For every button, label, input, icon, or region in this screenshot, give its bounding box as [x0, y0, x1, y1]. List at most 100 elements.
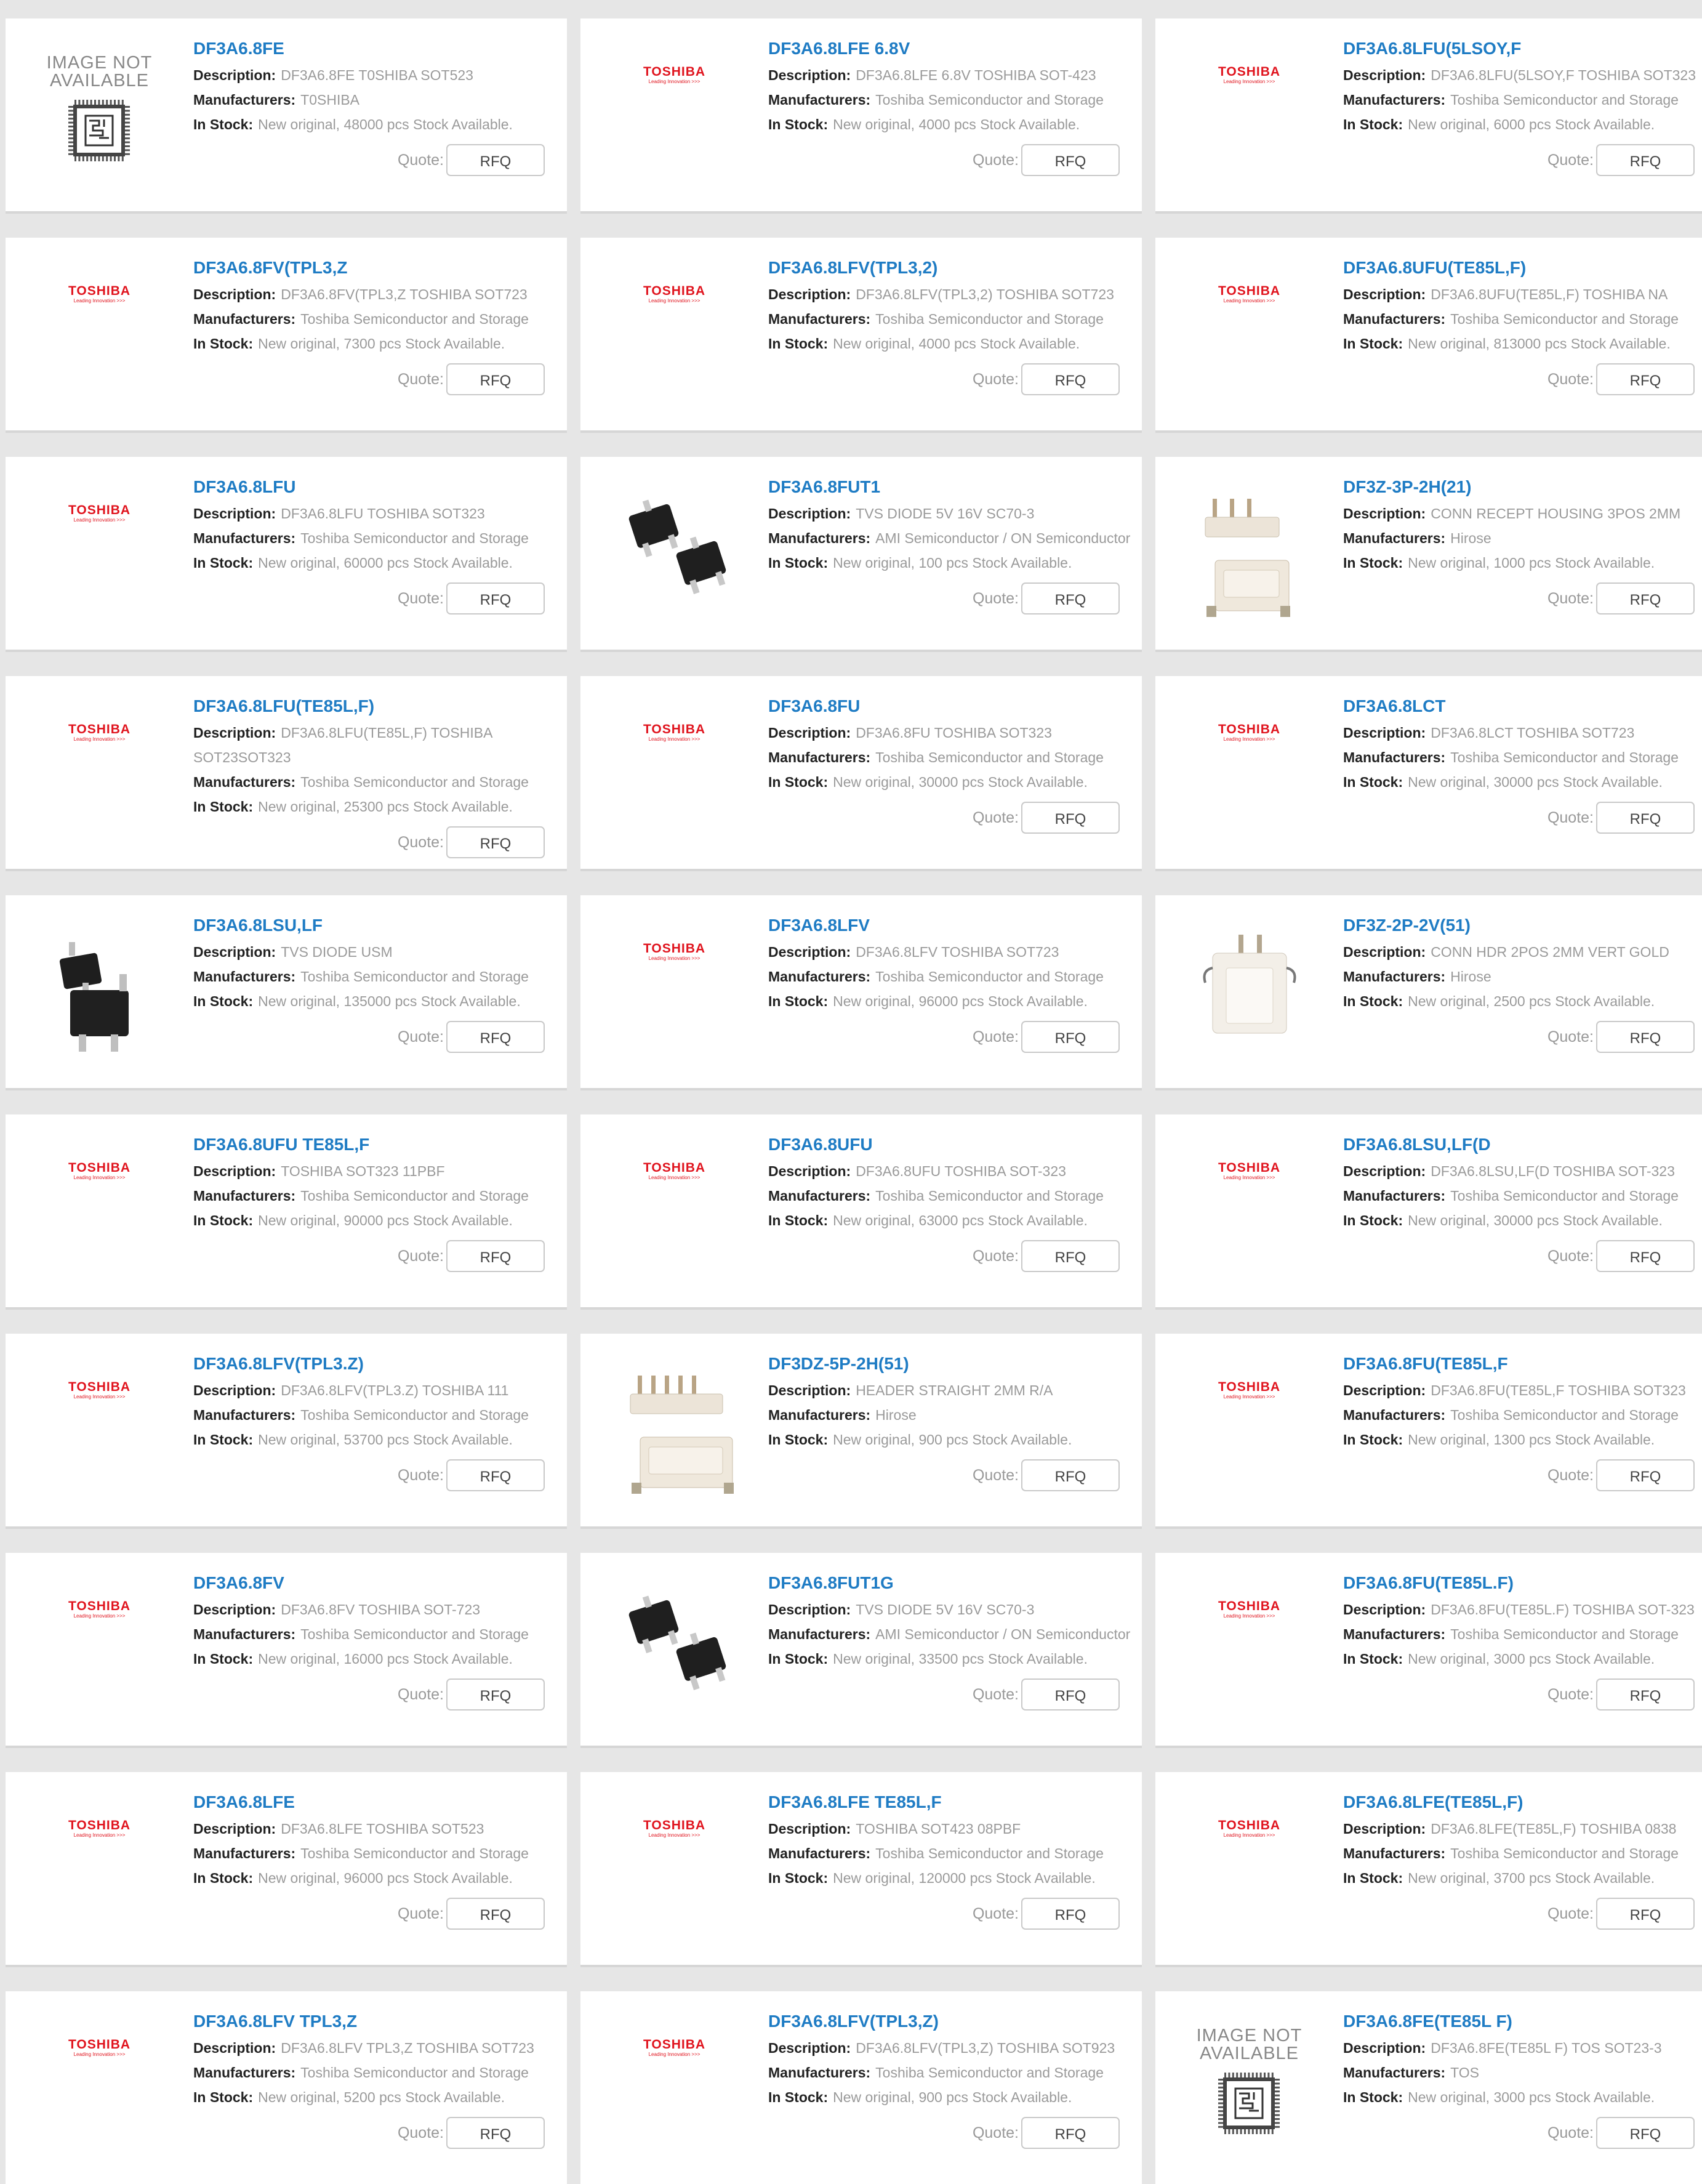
product-title-link[interactable]: DF3A6.8LFV TPL3,Z — [193, 2007, 561, 2036]
product-image[interactable]: TOSHIBA Leading Innovation >>> — [1180, 1589, 1319, 1712]
description-row: Description: HEADER STRAIGHT 2MM R/A — [768, 1378, 1136, 1403]
product-image[interactable] — [605, 1589, 744, 1712]
rfq-button[interactable]: RFQ — [446, 1021, 545, 1053]
product-image[interactable]: TOSHIBA Leading Innovation >>> — [605, 2027, 744, 2150]
rfq-button[interactable]: RFQ — [446, 1240, 545, 1272]
rfq-button[interactable]: RFQ — [1596, 1898, 1695, 1930]
product-image[interactable]: TOSHIBA Leading Innovation >>> — [1180, 1808, 1319, 1931]
product-image[interactable]: TOSHIBA Leading Innovation >>> — [1180, 1369, 1319, 1493]
product-image[interactable] — [30, 931, 169, 1054]
manufacturer-row: Manufacturers: Toshiba Semiconductor and … — [1343, 1841, 1702, 1866]
product-title-link[interactable]: DF3A6.8LFV(TPL3,Z) — [768, 2007, 1136, 2036]
product-image[interactable]: TOSHIBA Leading Innovation >>> — [1180, 54, 1319, 177]
product-image[interactable] — [1180, 493, 1319, 617]
product-title-link[interactable]: DF3A6.8LSU,LF — [193, 911, 561, 940]
product-title-link[interactable]: DF3A6.8LCT — [1343, 692, 1702, 720]
stock-value: New original, 90000 pcs Stock Available. — [258, 1212, 513, 1228]
product-title-link[interactable]: DF3A6.8LFE 6.8V — [768, 34, 1136, 63]
product-title-link[interactable]: DF3A6.8FV(TPL3,Z — [193, 254, 561, 282]
rfq-button[interactable]: RFQ — [446, 363, 545, 395]
product-image[interactable]: TOSHIBA Leading Innovation >>> — [30, 1150, 169, 1273]
product-title-link[interactable]: DF3A6.8UFU — [768, 1130, 1136, 1159]
product-title-link[interactable]: DF3Z-3P-2H(21) — [1343, 473, 1702, 501]
product-title-link[interactable]: DF3DZ-5P-2H(51) — [768, 1350, 1136, 1378]
product-title-link[interactable]: DF3A6.8FUT1G — [768, 1569, 1136, 1597]
product-image[interactable]: TOSHIBA Leading Innovation >>> — [30, 2027, 169, 2150]
rfq-button[interactable]: RFQ — [1596, 1240, 1695, 1272]
rfq-button[interactable]: RFQ — [446, 2117, 545, 2149]
rfq-button[interactable]: RFQ — [1021, 1898, 1120, 1930]
product-image[interactable]: TOSHIBA Leading Innovation >>> — [605, 712, 744, 835]
stock-value: New original, 3700 pcs Stock Available. — [1408, 1870, 1655, 1886]
rfq-button[interactable]: RFQ — [1596, 363, 1695, 395]
product-title-link[interactable]: DF3A6.8LFV(TPL3.Z) — [193, 1350, 561, 1378]
manufacturer-value: Toshiba Semiconductor and Storage — [1450, 1626, 1679, 1642]
description-row: Description: DF3A6.8UFU(TE85L,F) TOSHIBA … — [1343, 282, 1702, 307]
product-image[interactable]: TOSHIBA Leading Innovation >>> — [1180, 273, 1319, 397]
product-image[interactable]: TOSHIBA Leading Innovation >>> — [30, 273, 169, 397]
product-title-link[interactable]: DF3A6.8LFE TE85L,F — [768, 1788, 1136, 1816]
rfq-button[interactable]: RFQ — [446, 582, 545, 615]
product-image[interactable]: TOSHIBA Leading Innovation >>> — [30, 1369, 169, 1493]
product-image[interactable]: TOSHIBA Leading Innovation >>> — [30, 493, 169, 616]
product-title-link[interactable]: DF3A6.8LFE — [193, 1788, 561, 1816]
product-image[interactable]: TOSHIBA Leading Innovation >>> — [605, 273, 744, 397]
rfq-button[interactable]: RFQ — [1596, 582, 1695, 615]
product-image[interactable]: IMAGE NOT AVAILABLE — [30, 54, 169, 177]
rfq-button[interactable]: RFQ — [1596, 2117, 1695, 2149]
product-title-link[interactable]: DF3Z-2P-2V(51) — [1343, 911, 1702, 940]
rfq-button[interactable]: RFQ — [446, 144, 545, 176]
rfq-button[interactable]: RFQ — [1021, 1021, 1120, 1053]
product-image[interactable]: TOSHIBA Leading Innovation >>> — [605, 931, 744, 1054]
product-title-link[interactable]: DF3A6.8UFU(TE85L,F) — [1343, 254, 1702, 282]
product-image[interactable]: TOSHIBA Leading Innovation >>> — [1180, 712, 1319, 835]
product-title-link[interactable]: DF3A6.8LFU — [193, 473, 561, 501]
rfq-button[interactable]: RFQ — [1021, 2117, 1120, 2149]
rfq-button[interactable]: RFQ — [1596, 1021, 1695, 1053]
product-title-link[interactable]: DF3A6.8FUT1 — [768, 473, 1136, 501]
rfq-button[interactable]: RFQ — [1021, 1240, 1120, 1272]
rfq-button[interactable]: RFQ — [446, 1459, 545, 1491]
product-title-link[interactable]: DF3A6.8LFU(5LSOY,F — [1343, 34, 1702, 63]
rfq-button[interactable]: RFQ — [1021, 582, 1120, 615]
rfq-button[interactable]: RFQ — [1021, 363, 1120, 395]
rfq-button[interactable]: RFQ — [1021, 1678, 1120, 1711]
product-image[interactable]: TOSHIBA Leading Innovation >>> — [1180, 1150, 1319, 1273]
rfq-button[interactable]: RFQ — [1596, 144, 1695, 176]
product-image[interactable]: TOSHIBA Leading Innovation >>> — [605, 1150, 744, 1273]
product-image[interactable]: TOSHIBA Leading Innovation >>> — [30, 1589, 169, 1712]
rfq-button[interactable]: RFQ — [446, 826, 545, 858]
rfq-button[interactable]: RFQ — [1596, 1459, 1695, 1491]
product-title-link[interactable]: DF3A6.8UFU TE85L,F — [193, 1130, 561, 1159]
product-title-link[interactable]: DF3A6.8FU — [768, 692, 1136, 720]
product-title-link[interactable]: DF3A6.8FU(TE85L.F) — [1343, 1569, 1702, 1597]
rfq-button[interactable]: RFQ — [1021, 144, 1120, 176]
product-title-link[interactable]: DF3A6.8LSU,LF(D — [1343, 1130, 1702, 1159]
product-image[interactable]: TOSHIBA Leading Innovation >>> — [605, 54, 744, 177]
product-title-link[interactable]: DF3A6.8FE(TE85L F) — [1343, 2007, 1702, 2036]
rfq-button[interactable]: RFQ — [446, 1678, 545, 1711]
product-title-link[interactable]: DF3A6.8LFU(TE85L,F) — [193, 692, 561, 720]
quote-label: Quote: — [1547, 2124, 1594, 2142]
product-title-link[interactable]: DF3A6.8FU(TE85L,F — [1343, 1350, 1702, 1378]
product-image[interactable] — [1180, 931, 1319, 1054]
product-title-link[interactable]: DF3A6.8LFV(TPL3,2) — [768, 254, 1136, 282]
product-image[interactable] — [605, 493, 744, 616]
stock-label: In Stock: — [193, 336, 254, 352]
product-card: TOSHIBA Leading Innovation >>> DF3A6.8LF… — [580, 1991, 1142, 2184]
product-image[interactable]: TOSHIBA Leading Innovation >>> — [30, 1808, 169, 1931]
product-image[interactable] — [605, 1369, 744, 1494]
product-image[interactable]: IMAGE NOT AVAILABLE — [1180, 2027, 1319, 2150]
rfq-button[interactable]: RFQ — [1596, 1678, 1695, 1711]
product-title-link[interactable]: DF3A6.8FV — [193, 1569, 561, 1597]
product-title-link[interactable]: DF3A6.8FE — [193, 34, 561, 63]
rfq-button[interactable]: RFQ — [446, 1898, 545, 1930]
product-image[interactable]: TOSHIBA Leading Innovation >>> — [605, 1808, 744, 1931]
product-title-link[interactable]: DF3A6.8LFV — [768, 911, 1136, 940]
rfq-button[interactable]: RFQ — [1021, 802, 1120, 834]
product-image[interactable]: TOSHIBA Leading Innovation >>> — [30, 712, 169, 835]
quote-label: Quote: — [972, 590, 1019, 607]
product-title-link[interactable]: DF3A6.8LFE(TE85L,F) — [1343, 1788, 1702, 1816]
rfq-button[interactable]: RFQ — [1021, 1459, 1120, 1491]
rfq-button[interactable]: RFQ — [1596, 802, 1695, 834]
